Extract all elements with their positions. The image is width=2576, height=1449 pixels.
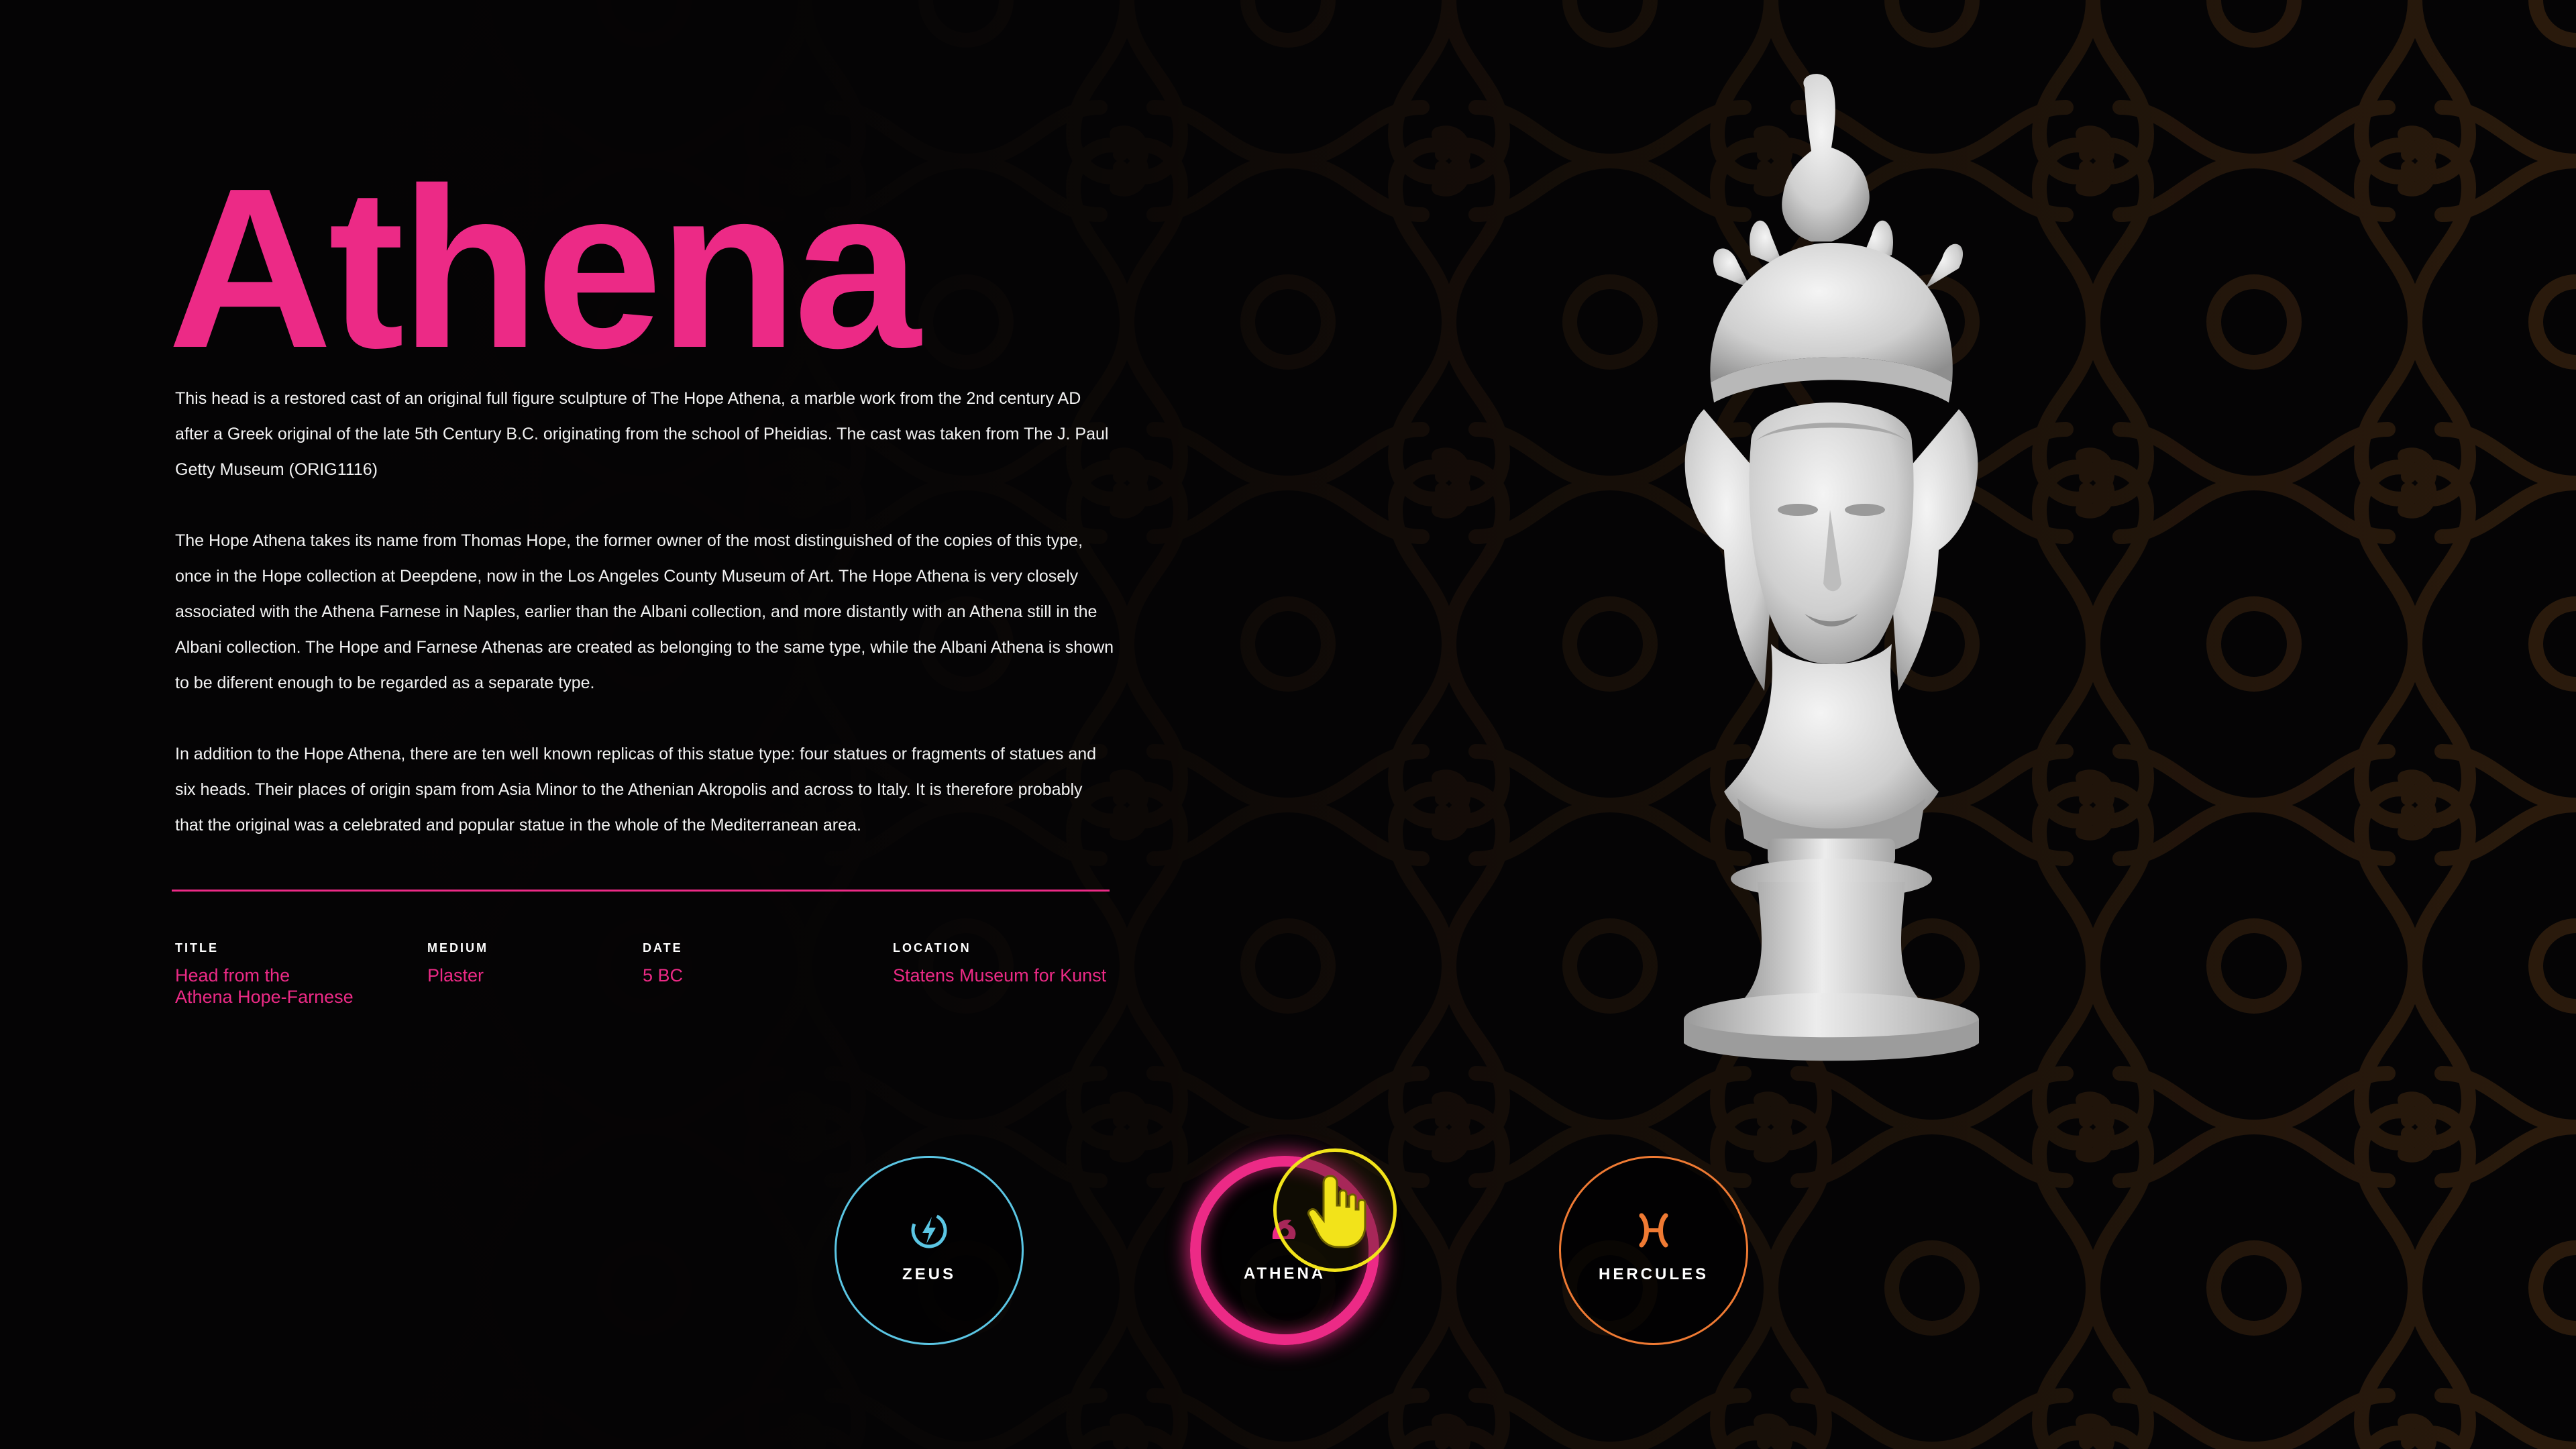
nav-button-hercules[interactable]: HERCULES bbox=[1559, 1156, 1748, 1345]
nav-button-zeus[interactable]: ZEUS bbox=[835, 1156, 1024, 1345]
touch-cursor bbox=[1273, 1148, 1397, 1272]
nav-label-zeus: ZEUS bbox=[902, 1265, 956, 1283]
pointing-hand-icon bbox=[1307, 1175, 1366, 1248]
meta-title-value-line1: Head from the bbox=[175, 965, 290, 985]
lightning-bolt-icon bbox=[911, 1212, 947, 1248]
meta-location: LOCATION Statens Museum for Kunst bbox=[893, 941, 1106, 986]
nav-label-hercules: HERCULES bbox=[1598, 1265, 1709, 1283]
description-paragraph: This head is a restored cast of an origi… bbox=[175, 389, 1109, 479]
meta-title: TITLE Head from the Athena Hope-Farnese bbox=[175, 941, 376, 1008]
meta-date: DATE 5 BC bbox=[643, 941, 683, 986]
meta-title-label: TITLE bbox=[175, 941, 219, 955]
athena-bust-image bbox=[1684, 74, 1979, 1061]
meta-location-label: LOCATION bbox=[893, 941, 971, 955]
meta-date-label: DATE bbox=[643, 941, 683, 955]
meta-medium-value: Plaster bbox=[427, 965, 484, 985]
meta-medium: MEDIUM Plaster bbox=[427, 941, 488, 986]
description-paragraph: The Hope Athena takes its name from Thom… bbox=[175, 531, 1114, 692]
hercules-h-icon bbox=[1639, 1213, 1668, 1248]
meta-title-value-line2: Athena Hope-Farnese bbox=[175, 987, 354, 1007]
meta-location-value: Statens Museum for Kunst bbox=[893, 965, 1107, 985]
meta-date-value: 5 BC bbox=[643, 965, 684, 985]
meta-medium-label: MEDIUM bbox=[427, 941, 488, 955]
divider bbox=[172, 890, 1110, 892]
description-paragraph: In addition to the Hope Athena, there ar… bbox=[175, 745, 1097, 835]
page-title: Athena bbox=[168, 141, 920, 396]
description: This head is a restored cast of an origi… bbox=[175, 381, 1114, 879]
